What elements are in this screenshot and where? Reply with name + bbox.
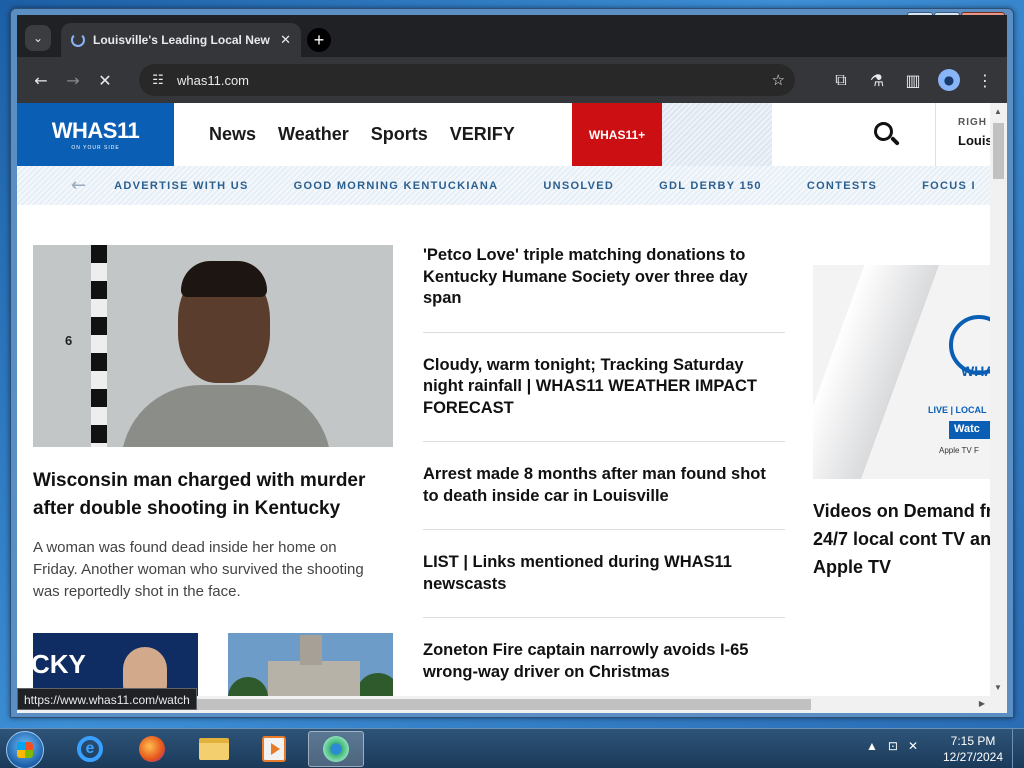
system-tray: ▲ ⊡ ✕ bbox=[866, 739, 918, 753]
lead-story-summary: A woman was found dead inside her home o… bbox=[33, 539, 364, 600]
nav-item-weather[interactable]: Weather bbox=[278, 124, 349, 145]
labs-flask-icon[interactable]: ⚗ bbox=[861, 64, 893, 96]
site-logo[interactable]: WHAS11 ON YOUR SIDE bbox=[17, 103, 174, 166]
site-info-icon[interactable]: ☷ bbox=[149, 71, 167, 89]
taskbar: e ▲ ⊡ ✕ 7:15 PM 12/27/2024 bbox=[0, 728, 1024, 768]
subnav-item-derby[interactable]: GDL DERBY 150 bbox=[659, 180, 762, 192]
tab-search-button[interactable]: ⌄ bbox=[25, 25, 51, 51]
promo-logo-text: WHA bbox=[961, 363, 990, 379]
link-status-bubble: https://www.whas11.com/watch bbox=[17, 688, 197, 710]
new-tab-button[interactable]: + bbox=[307, 28, 331, 52]
tab-active[interactable]: Louisville's Leading Local New ✕ bbox=[61, 23, 301, 57]
main-nav: News Weather Sports VERIFY bbox=[209, 103, 515, 166]
close-icon: ✕ bbox=[98, 70, 112, 90]
toolbar-actions: ⧉ ⚗ ▥ ● ⋮ bbox=[825, 64, 1001, 96]
clock-time: 7:15 PM bbox=[950, 734, 996, 748]
tab-strip: ⌄ Louisville's Leading Local New ✕ + bbox=[17, 15, 1007, 57]
subnav-item-focus[interactable]: FOCUS I bbox=[922, 180, 976, 192]
side-panel-icon[interactable]: ▥ bbox=[897, 64, 929, 96]
clock-date: 12/27/2024 bbox=[942, 750, 1004, 764]
logo-tagline: ON YOUR SIDE bbox=[71, 145, 120, 151]
headline-item[interactable]: 'Petco Love' triple matching donations t… bbox=[423, 245, 785, 333]
subnav-back-arrow-icon[interactable]: ← bbox=[71, 175, 86, 196]
tab-close-icon[interactable]: ✕ bbox=[280, 32, 291, 48]
ruler-mark: 6 bbox=[65, 333, 73, 348]
logo-text: WHAS11 bbox=[51, 118, 140, 143]
promo-headline[interactable]: Videos on Demand free 24/7 local cont TV… bbox=[813, 497, 1007, 581]
taskbar-media-player[interactable] bbox=[246, 731, 302, 767]
nav-item-sports[interactable]: Sports bbox=[371, 124, 428, 145]
header-pattern bbox=[662, 103, 772, 166]
lead-story-image[interactable]: 6 bbox=[33, 245, 393, 447]
firefox-icon bbox=[139, 736, 165, 762]
show-desktop-button[interactable] bbox=[1012, 729, 1024, 768]
promo-streaming-image[interactable]: WHA LIVE | LOCAL Watc Apple TV F bbox=[813, 265, 990, 479]
promo-live-text: LIVE | LOCAL bbox=[928, 405, 987, 415]
stop-loading-button[interactable]: ✕ bbox=[89, 64, 121, 96]
browser-window: ▁ □ ✕ ⌄ Louisville's Leading Local New ✕… bbox=[10, 8, 1014, 718]
subnav-item-unsolved[interactable]: UNSOLVED bbox=[543, 180, 614, 192]
page-viewport: WHAS11 ON YOUR SIDE News Weather Sports … bbox=[17, 103, 1007, 713]
headline-list: 'Petco Love' triple matching donations t… bbox=[423, 245, 785, 713]
thumbnail-ky-text: CKY bbox=[33, 649, 86, 679]
browser-toolbar: ← → ✕ ☷ whas11.com ☆ ⧉ ⚗ ▥ ● ⋮ bbox=[17, 57, 1007, 103]
promo-apple-tv-text: Apple TV F bbox=[939, 446, 979, 455]
taskbar-file-explorer[interactable] bbox=[186, 731, 242, 767]
vertical-scrollbar[interactable]: ▲ ▼ bbox=[990, 103, 1007, 696]
promo-watch-button[interactable]: Watc bbox=[949, 421, 990, 439]
lead-story-headline[interactable]: Wisconsin man charged with murder after … bbox=[33, 467, 383, 523]
profile-button[interactable]: ● bbox=[933, 64, 965, 96]
chevron-down-icon: ⌄ bbox=[32, 31, 44, 45]
subnav-item-good-morning[interactable]: GOOD MORNING KENTUCKIANA bbox=[294, 180, 499, 192]
volume-muted-icon[interactable]: ✕ bbox=[908, 739, 918, 753]
whas11-plus-button[interactable]: WHAS11+ bbox=[572, 103, 662, 166]
secondary-nav: ← ADVERTISE WITH US GOOD MORNING KENTUCK… bbox=[17, 166, 990, 205]
back-button[interactable]: ← bbox=[25, 64, 57, 96]
chrome-icon bbox=[323, 736, 349, 762]
arrow-left-icon: ← bbox=[34, 70, 48, 90]
search-icon[interactable] bbox=[872, 120, 902, 150]
taskbar-internet-explorer[interactable]: e bbox=[62, 731, 118, 767]
taskbar-chrome[interactable] bbox=[308, 731, 364, 767]
network-icon[interactable]: ⊡ bbox=[888, 739, 898, 753]
tray-expand-icon[interactable]: ▲ bbox=[866, 739, 878, 753]
nav-item-verify[interactable]: VERIFY bbox=[450, 124, 515, 145]
scroll-down-arrow-icon[interactable]: ▼ bbox=[994, 683, 1002, 692]
folder-icon bbox=[199, 738, 229, 760]
subnav-item-contests[interactable]: CONTESTS bbox=[807, 180, 877, 192]
start-button[interactable] bbox=[6, 731, 44, 768]
menu-kebab-icon[interactable]: ⋮ bbox=[969, 64, 1001, 96]
arrow-right-icon: → bbox=[66, 70, 80, 90]
headline-item[interactable]: Cloudy, warm tonight; Tracking Saturday … bbox=[423, 355, 785, 442]
tab-title: Louisville's Leading Local New bbox=[93, 33, 270, 47]
windows-logo-icon bbox=[17, 742, 33, 758]
height-ruler bbox=[91, 245, 107, 447]
taskbar-clock[interactable]: 7:15 PM 12/27/2024 bbox=[936, 733, 1010, 765]
url-text[interactable]: whas11.com bbox=[177, 73, 762, 88]
internet-explorer-icon: e bbox=[77, 736, 103, 762]
bookmark-star-icon[interactable]: ☆ bbox=[772, 71, 785, 89]
header-right-panel[interactable]: RIGH Louis bbox=[935, 103, 995, 166]
address-bar[interactable]: ☷ whas11.com ☆ bbox=[139, 64, 795, 96]
forward-button[interactable]: → bbox=[57, 64, 89, 96]
scroll-right-arrow-icon[interactable]: ▶ bbox=[979, 699, 985, 708]
media-player-icon bbox=[262, 736, 286, 762]
scroll-up-arrow-icon[interactable]: ▲ bbox=[994, 107, 1002, 116]
loading-spinner-icon bbox=[71, 33, 85, 47]
plus-icon: + bbox=[313, 30, 325, 50]
site-header: WHAS11 ON YOUR SIDE News Weather Sports … bbox=[17, 103, 993, 166]
extensions-icon[interactable]: ⧉ bbox=[825, 64, 857, 96]
taskbar-firefox[interactable] bbox=[124, 731, 180, 767]
subnav-item-advertise[interactable]: ADVERTISE WITH US bbox=[114, 180, 249, 192]
headline-item[interactable]: Arrest made 8 months after man found sho… bbox=[423, 464, 785, 530]
vertical-scroll-thumb[interactable] bbox=[993, 123, 1004, 179]
headline-item[interactable]: LIST | Links mentioned during WHAS11 new… bbox=[423, 552, 785, 618]
chrome-browser: ⌄ Louisville's Leading Local New ✕ + ← →… bbox=[17, 15, 1007, 713]
avatar-icon: ● bbox=[938, 69, 960, 91]
nav-item-news[interactable]: News bbox=[209, 124, 256, 145]
